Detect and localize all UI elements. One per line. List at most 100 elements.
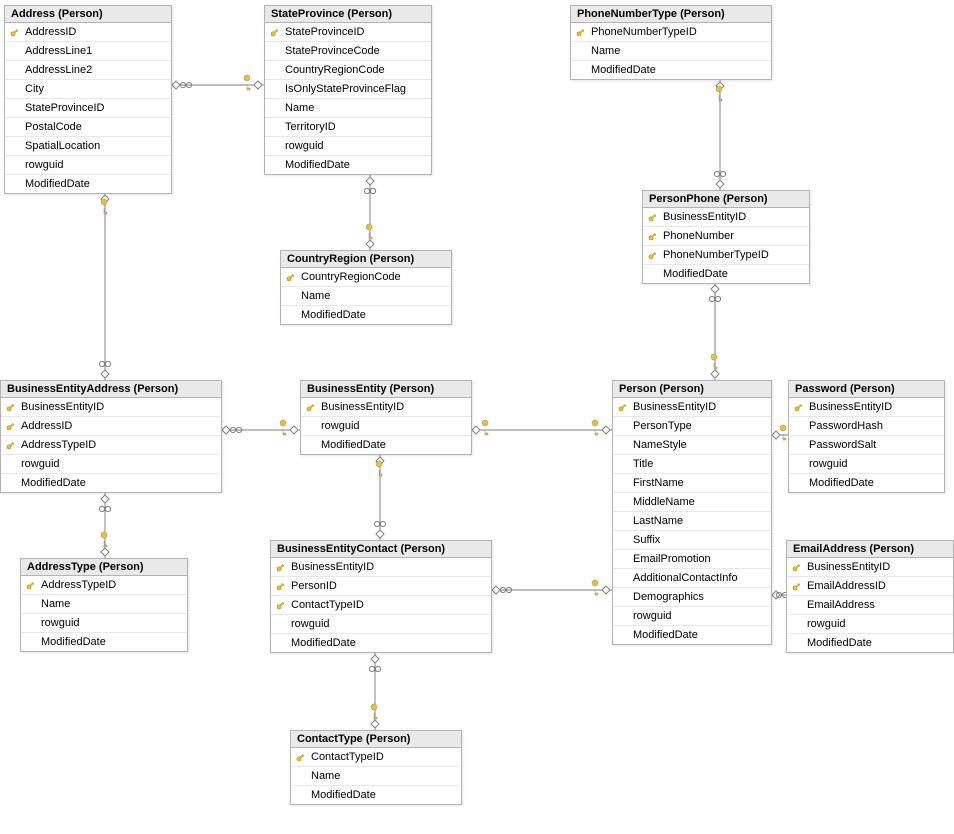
table-row[interactable]: PersonID [271, 577, 491, 596]
entity-phonenumbertype[interactable]: PhoneNumberType (Person) PhoneNumberType… [570, 5, 772, 80]
entity-bea[interactable]: BusinessEntityAddress (Person) BusinessE… [0, 380, 222, 493]
pk-cell [643, 231, 661, 242]
primary-key-icon [617, 402, 628, 413]
table-row[interactable]: PostalCode [5, 118, 171, 137]
table-row[interactable]: ModifiedDate [21, 633, 187, 651]
table-row[interactable]: PhoneNumberTypeID [571, 23, 771, 42]
table-row[interactable]: Suffix [613, 531, 771, 550]
table-row[interactable]: FirstName [613, 474, 771, 493]
entity-bec[interactable]: BusinessEntityContact (Person) BusinessE… [270, 540, 492, 653]
table-row[interactable]: ModifiedDate [265, 156, 431, 174]
table-row[interactable]: rowguid [271, 615, 491, 634]
entity-password[interactable]: Password (Person) BusinessEntityIDPasswo… [788, 380, 945, 493]
table-row[interactable]: rowguid [21, 614, 187, 633]
table-row[interactable]: StateProvinceID [265, 23, 431, 42]
primary-key-icon [275, 581, 286, 592]
table-row[interactable]: BusinessEntityID [787, 558, 953, 577]
table-row[interactable]: BusinessEntityID [643, 208, 809, 227]
table-row[interactable]: CountryRegionCode [281, 268, 451, 287]
table-row[interactable]: StateProvinceCode [265, 42, 431, 61]
entity-countryregion[interactable]: CountryRegion (Person) CountryRegionCode… [280, 250, 452, 325]
table-row[interactable]: PhoneNumber [643, 227, 809, 246]
table-row[interactable]: Demographics [613, 588, 771, 607]
primary-key-icon [791, 562, 802, 573]
column-name: BusinessEntityID [631, 401, 716, 413]
table-row[interactable]: rowguid [787, 615, 953, 634]
table-row[interactable]: AddressTypeID [1, 436, 221, 455]
entity-emailaddress[interactable]: EmailAddress (Person) BusinessEntityID E… [786, 540, 954, 653]
table-row[interactable]: LastName [613, 512, 771, 531]
table-row[interactable]: PasswordHash [789, 417, 944, 436]
table-row[interactable]: ModifiedDate [301, 436, 471, 454]
table-row[interactable]: EmailPromotion [613, 550, 771, 569]
table-row[interactable]: PhoneNumberTypeID [643, 246, 809, 265]
table-row[interactable]: ModifiedDate [643, 265, 809, 283]
table-row[interactable]: NameStyle [613, 436, 771, 455]
table-row[interactable]: Name [265, 99, 431, 118]
table-row[interactable]: rowguid [1, 455, 221, 474]
entity-person[interactable]: Person (Person) BusinessEntityIDPersonTy… [612, 380, 772, 645]
table-row[interactable]: MiddleName [613, 493, 771, 512]
table-row[interactable]: Name [281, 287, 451, 306]
entity-businessentity[interactable]: BusinessEntity (Person) BusinessEntityID… [300, 380, 472, 455]
table-row[interactable]: BusinessEntityID [1, 398, 221, 417]
table-row[interactable]: AdditionalContactInfo [613, 569, 771, 588]
table-row[interactable]: ModifiedDate [1, 474, 221, 492]
table-row[interactable]: BusinessEntityID [613, 398, 771, 417]
table-row[interactable]: rowguid [789, 455, 944, 474]
column-name: SpatialLocation [23, 140, 100, 152]
entity-address[interactable]: Address (Person) AddressIDAddressLine1Ad… [4, 5, 172, 194]
table-row[interactable]: AddressID [1, 417, 221, 436]
table-row[interactable]: CountryRegionCode [265, 61, 431, 80]
table-row[interactable]: AddressLine1 [5, 42, 171, 61]
entity-personphone[interactable]: PersonPhone (Person) BusinessEntityID Ph… [642, 190, 810, 284]
table-row[interactable]: ModifiedDate [291, 786, 461, 804]
table-row[interactable]: IsOnlyStateProvinceFlag [265, 80, 431, 99]
pk-cell [787, 562, 805, 573]
column-name: ContactTypeID [309, 751, 384, 763]
primary-key-icon [647, 212, 658, 223]
table-row[interactable]: ModifiedDate [271, 634, 491, 652]
table-row[interactable]: ContactTypeID [291, 748, 461, 767]
table-row[interactable]: Title [613, 455, 771, 474]
column-name: IsOnlyStateProvinceFlag [283, 83, 406, 95]
table-row[interactable]: ModifiedDate [5, 175, 171, 193]
table-row[interactable]: AddressID [5, 23, 171, 42]
table-row[interactable]: rowguid [301, 417, 471, 436]
table-row[interactable]: rowguid [5, 156, 171, 175]
table-row[interactable]: ModifiedDate [787, 634, 953, 652]
table-row[interactable]: PersonType [613, 417, 771, 436]
table-row[interactable]: rowguid [265, 137, 431, 156]
entity-title: EmailAddress (Person) [787, 541, 953, 558]
table-row[interactable]: EmailAddressID [787, 577, 953, 596]
pk-cell [571, 27, 589, 38]
table-row[interactable]: PasswordSalt [789, 436, 944, 455]
table-row[interactable]: BusinessEntityID [301, 398, 471, 417]
table-row[interactable]: ModifiedDate [613, 626, 771, 644]
table-row[interactable]: ContactTypeID [271, 596, 491, 615]
pk-cell [1, 440, 19, 451]
table-row[interactable]: Name [571, 42, 771, 61]
column-name: BusinessEntityID [319, 401, 404, 413]
table-row[interactable]: Name [291, 767, 461, 786]
table-row[interactable]: EmailAddress [787, 596, 953, 615]
table-row[interactable]: rowguid [613, 607, 771, 626]
table-row[interactable]: TerritoryID [265, 118, 431, 137]
table-row[interactable]: StateProvinceID [5, 99, 171, 118]
column-name: rowguid [283, 140, 324, 152]
entity-contacttype[interactable]: ContactType (Person) ContactTypeIDNameMo… [290, 730, 462, 805]
table-row[interactable]: SpatialLocation [5, 137, 171, 156]
table-row[interactable]: ModifiedDate [789, 474, 944, 492]
entity-stateprovince[interactable]: StateProvince (Person) StateProvinceIDSt… [264, 5, 432, 175]
table-row[interactable]: BusinessEntityID [271, 558, 491, 577]
table-row[interactable]: ModifiedDate [571, 61, 771, 79]
table-row[interactable]: Name [21, 595, 187, 614]
entity-addresstype[interactable]: AddressType (Person) AddressTypeIDNamero… [20, 558, 188, 652]
column-name: PasswordSalt [807, 439, 876, 451]
table-row[interactable]: ModifiedDate [281, 306, 451, 324]
table-row[interactable]: AddressLine2 [5, 61, 171, 80]
table-row[interactable]: AddressTypeID [21, 576, 187, 595]
table-row[interactable]: City [5, 80, 171, 99]
column-name: ModifiedDate [19, 477, 86, 489]
table-row[interactable]: BusinessEntityID [789, 398, 944, 417]
